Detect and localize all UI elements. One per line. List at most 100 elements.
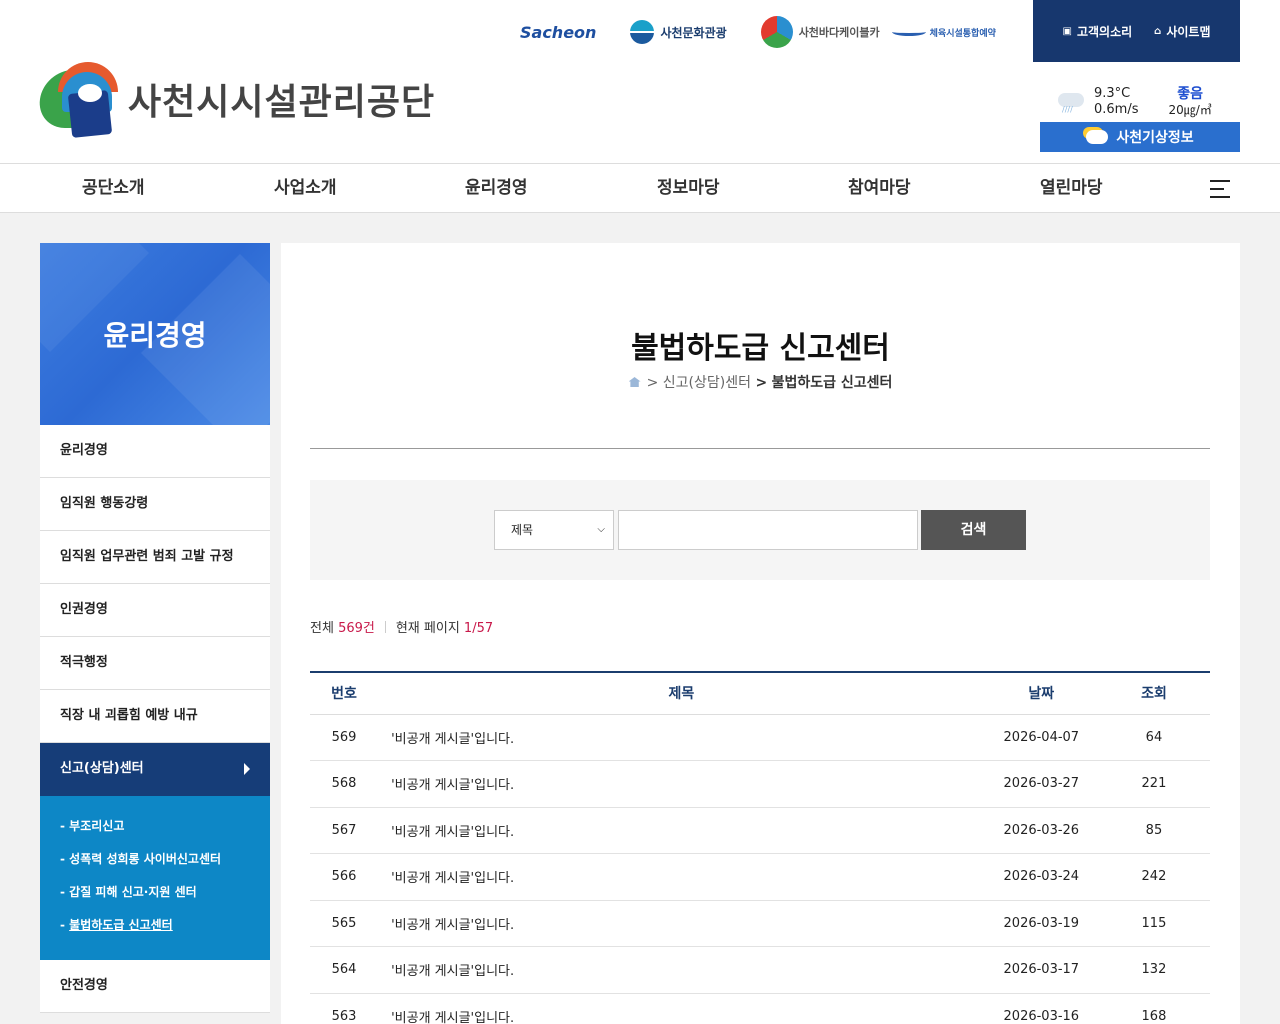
row-title-link[interactable]: '비공개 게시글'입니다.	[378, 900, 985, 947]
logo-text: 사천시시설관리공단	[128, 82, 436, 123]
gnb-item-open[interactable]: 열린마당	[1040, 164, 1103, 212]
sacheon-culture-tourism-link[interactable]: 사천문화관광	[630, 20, 727, 44]
row-views: 221	[1097, 760, 1210, 808]
site-header: Sacheon 사천문화관광 사천바다케이블카 체육시설통합예약 ▣ 고객의소리 …	[0, 0, 1280, 163]
logo-mark-icon	[35, 62, 120, 138]
row-date: 2026-03-16	[984, 993, 1098, 1024]
row-title-link[interactable]: '비공개 게시글'입니다.	[378, 807, 985, 854]
culture-logo-icon	[630, 20, 655, 44]
table-row[interactable]: 564 '비공개 게시글'입니다. 2026-03-17 132	[310, 946, 1210, 994]
row-date: 2026-04-07	[984, 714, 1098, 761]
sacheon-city-link[interactable]: Sacheon	[520, 23, 596, 42]
row-views: 85	[1097, 807, 1210, 854]
breadcrumb: > 신고(상담)센터 > 불법하도급 신고센터	[281, 372, 1240, 392]
submenu-item-gapjil[interactable]: 갑질 피해 신고·지원 센터	[60, 880, 270, 913]
row-views: 115	[1097, 900, 1210, 947]
fine-dust-value: 20㎍/㎥	[1168, 103, 1212, 117]
row-title-link[interactable]: '비공개 게시글'입니다.	[378, 946, 985, 994]
temperature: 9.3°C	[1094, 86, 1131, 101]
title-divider	[310, 448, 1210, 449]
menu-icon[interactable]	[1210, 180, 1230, 198]
culture-link-label: 사천문화관광	[660, 25, 727, 40]
board-table: 번호 제목 날짜 조회 569 '비공개 게시글'입니다. 2026-04-07…	[310, 671, 1210, 1024]
sea-cablecar-link[interactable]: 사천바다케이블카	[760, 16, 880, 48]
row-title-link[interactable]: '비공개 게시글'입니다.	[378, 714, 985, 761]
customer-voice-link[interactable]: ▣ 고객의소리	[1063, 23, 1133, 40]
table-row[interactable]: 565 '비공개 게시글'입니다. 2026-03-19 115	[310, 900, 1210, 947]
submenu-label: 불법하도급 신고센터	[69, 918, 173, 932]
sidebar-item-report-center[interactable]: 신고(상담)센터	[40, 743, 270, 796]
main-content: 불법하도급 신고센터 > 신고(상담)센터 > 불법하도급 신고센터 제목 ⌵ …	[281, 243, 1240, 1024]
submenu-label: 갑질 피해 신고·지원 센터	[69, 885, 197, 899]
sports-facility-reservation-link[interactable]: 체육시설통합예약	[891, 26, 996, 39]
chevron-down-icon: ⌵	[597, 524, 605, 535]
row-number: 566	[310, 853, 379, 901]
rain-cloud-icon	[1056, 89, 1086, 115]
gnb-item-ethics[interactable]: 윤리경영	[465, 164, 528, 212]
row-number: 564	[310, 946, 379, 994]
search-button[interactable]: 검색	[921, 510, 1026, 550]
breadcrumb-current: 불법하도급 신고센터	[771, 375, 893, 391]
search-field-select[interactable]: 제목 ⌵	[494, 510, 614, 550]
gnb-item-business[interactable]: 사업소개	[274, 164, 337, 212]
row-title-link[interactable]: '비공개 게시글'입니다.	[378, 993, 985, 1024]
home-icon: ⌂	[1154, 25, 1162, 37]
gnb-item-about[interactable]: 공단소개	[82, 164, 145, 212]
sidebar-item-crime-report-rules[interactable]: 임직원 업무관련 범죄 고발 규정	[40, 531, 270, 584]
submenu-item-illegal-subcontract[interactable]: 불법하도급 신고센터	[60, 913, 270, 946]
wind-speed: 0.6m/s	[1094, 102, 1139, 117]
sports-link-label: 체육시설통합예약	[929, 28, 996, 39]
table-row[interactable]: 569 '비공개 게시글'입니다. 2026-04-07 64	[310, 714, 1210, 761]
summary-divider	[384, 621, 386, 633]
submenu-item-sexual-harassment[interactable]: 성폭력 성희롱 사이버신고센터	[60, 847, 270, 880]
weather-info-label: 사천기상정보	[1116, 130, 1194, 146]
sidebar-item-code-of-conduct[interactable]: 임직원 행동강령	[40, 478, 270, 531]
row-title-link[interactable]: '비공개 게시글'입니다.	[378, 760, 985, 808]
page-title: 불법하도급 신고센터	[631, 331, 890, 366]
sidebar-item-ethics[interactable]: 윤리경영	[40, 425, 270, 478]
table-row[interactable]: 563 '비공개 게시글'입니다. 2026-03-16 168	[310, 993, 1210, 1024]
site-logo[interactable]: 사천시시설관리공단	[35, 62, 436, 138]
wave-logo-icon	[891, 28, 926, 36]
table-row[interactable]: 567 '비공개 게시글'입니다. 2026-03-26 85	[310, 807, 1210, 854]
table-row[interactable]: 566 '비공개 게시글'입니다. 2026-03-24 242	[310, 853, 1210, 901]
row-date: 2026-03-27	[984, 760, 1098, 808]
weather-widget: 9.3°C 0.6m/s 좋음 20㎍/㎥	[1040, 82, 1240, 122]
weather-info-button[interactable]: 사천기상정보	[1040, 122, 1240, 152]
gnb-item-participation[interactable]: 참여마당	[848, 164, 911, 212]
sidebar-item-safety[interactable]: 안전경영	[40, 960, 270, 1013]
board-summary: 전체 569건 현재 페이지 1/57	[310, 617, 493, 636]
row-title-link[interactable]: '비공개 게시글'입니다.	[378, 853, 985, 901]
search-input[interactable]	[618, 510, 918, 550]
sidebar-item-harassment-prevention[interactable]: 직장 내 괴롭힘 예방 내규	[40, 690, 270, 743]
main-navigation: 공단소개 사업소개 윤리경영 정보마당 참여마당 열린마당	[0, 163, 1280, 213]
breadcrumb-separator: >	[755, 375, 768, 391]
row-number: 569	[310, 714, 379, 761]
submenu-label: 성폭력 성희롱 사이버신고센터	[69, 852, 222, 866]
row-views: 132	[1097, 946, 1210, 994]
home-icon[interactable]	[628, 377, 641, 387]
sitemap-link[interactable]: ⌂ 사이트맵	[1154, 23, 1210, 40]
total-label: 전체	[310, 621, 334, 636]
air-quality-status: 좋음	[1177, 86, 1204, 102]
row-number: 567	[310, 807, 379, 854]
breadcrumb-item-report-center[interactable]: 신고(상담)센터	[663, 375, 751, 391]
breadcrumb-separator: >	[646, 375, 659, 391]
column-header-views: 조회	[1097, 671, 1210, 715]
column-header-title: 제목	[378, 671, 985, 715]
customer-voice-label: 고객의소리	[1076, 24, 1133, 39]
cablecar-link-label: 사천바다케이블카	[798, 26, 880, 39]
submenu-label: 부조리신고	[69, 819, 125, 833]
partly-cloudy-icon	[1086, 130, 1109, 144]
sidebar-item-human-rights[interactable]: 인권경영	[40, 584, 270, 637]
document-icon: ▣	[1062, 25, 1072, 37]
table-row[interactable]: 568 '비공개 게시글'입니다. 2026-03-27 221	[310, 760, 1210, 808]
row-number: 565	[310, 900, 379, 947]
row-views: 64	[1097, 714, 1210, 761]
sidebar-item-proactive-admin[interactable]: 적극행정	[40, 637, 270, 690]
column-header-number: 번호	[310, 671, 379, 715]
top-utility-bar: ▣ 고객의소리 ⌂ 사이트맵	[1033, 0, 1240, 62]
cablecar-logo-icon	[760, 16, 793, 48]
submenu-item-corruption[interactable]: 부조리신고	[60, 814, 270, 847]
gnb-item-info[interactable]: 정보마당	[657, 164, 720, 212]
